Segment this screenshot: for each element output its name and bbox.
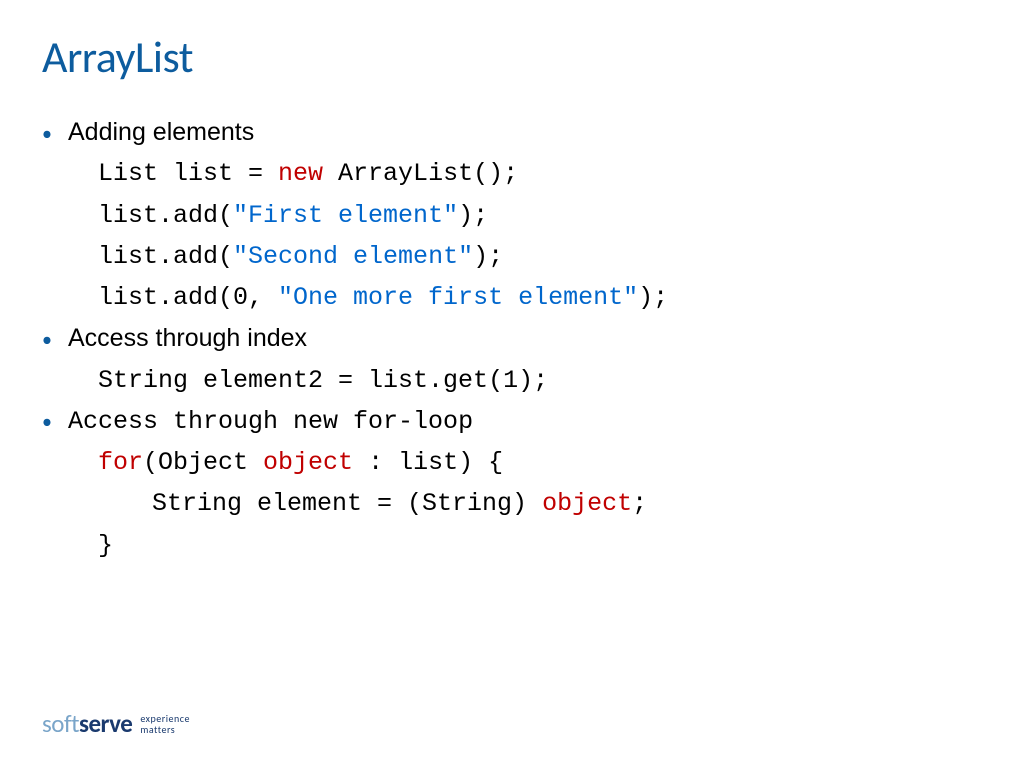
code-line: list.add("Second element"); [42,236,982,277]
bullet-item: • Access through new for-loop [42,401,982,442]
bullet-icon: • [42,118,56,151]
slide-title: ArrayList [42,30,982,84]
bullet-icon: • [42,324,56,357]
logo-text: softserve [42,708,132,739]
company-logo: softserve experience matters [42,708,190,739]
code-line: } [42,525,982,566]
logo-tagline: experience matters [140,713,190,735]
code-line: list.add("First element"); [42,195,982,236]
bullet-text-adding: Adding elements [68,112,254,153]
code-line: list.add(0, "One more first element"); [42,277,982,318]
bullet-text-access-forloop: Access through new for-loop [68,401,473,442]
code-line: String element2 = list.get(1); [42,360,982,401]
bullet-item: • Access through index [42,318,982,359]
bullet-item: • Adding elements [42,112,982,153]
code-line: String element = (String) object; [42,483,982,524]
bullet-text-access-index: Access through index [68,318,307,359]
code-line: for(Object object : list) { [42,442,982,483]
slide-content: • Adding elements List list = new ArrayL… [42,112,982,566]
bullet-icon: • [42,406,56,439]
code-line: List list = new ArrayList(); [42,153,982,194]
